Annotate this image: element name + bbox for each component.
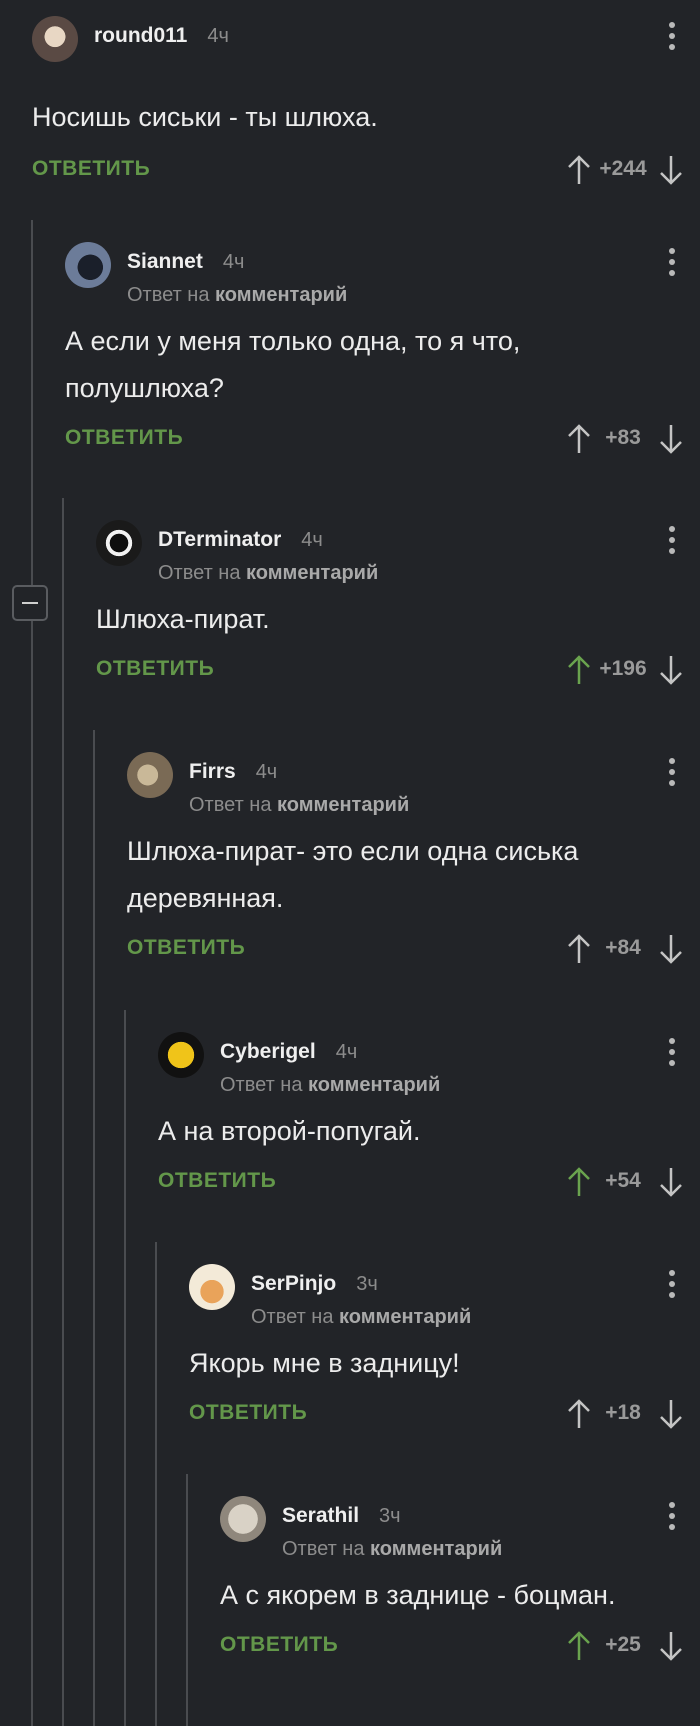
thread-line [124,1010,126,1726]
score: +25 [605,1633,641,1656]
comment: round011 4ч Носишь сиськи - ты шлюха. ОТВ… [32,16,700,189]
reply-to-info: Ответ на комментарий [158,562,379,584]
thread-line [155,1242,157,1726]
reply-to-link[interactable]: комментарий [308,1074,440,1096]
comment-text: Шлюха-пират- это если одна сиська деревя… [127,836,579,913]
arrow-up-icon[interactable] [566,1166,592,1198]
more-options-icon[interactable] [668,22,676,54]
reply-to-info: Ответ на комментарий [220,1074,441,1096]
arrow-down-icon[interactable] [658,1398,684,1430]
avatar[interactable] [32,16,78,62]
more-options-icon[interactable] [668,1038,676,1070]
timestamp: 4ч [222,251,245,273]
avatar[interactable] [220,1496,266,1542]
comment: Serathil 3ч Ответ на комментарий А с якор… [220,1496,700,1665]
arrow-up-icon[interactable] [566,154,592,186]
comment-text: Якорь мне в задницу! [189,1348,460,1378]
comment: Firrs 4ч Ответ на комментарий Шлюха-пират… [127,752,700,968]
more-options-icon[interactable] [668,526,676,558]
comment: DTerminator 4ч Ответ на комментарий Шлюха… [96,520,700,689]
arrow-up-icon[interactable] [566,423,592,455]
username[interactable]: Siannet 4ч [127,250,244,274]
more-options-icon[interactable] [668,1502,676,1534]
reply-to-info: Ответ на комментарий [189,794,410,816]
arrow-down-icon[interactable] [658,1630,684,1662]
avatar[interactable] [127,752,173,798]
score: +83 [605,426,641,449]
timestamp: 4ч [255,761,278,783]
username[interactable]: SerPinjo 3ч [251,1272,378,1296]
timestamp: 3ч [356,1273,378,1295]
vote-control: +83 [550,418,700,458]
thread-line [186,1474,188,1726]
vote-control: +196 [550,649,700,689]
collapse-thread-button[interactable] [12,585,48,621]
arrow-down-icon[interactable] [658,1166,684,1198]
thread-line [31,220,33,1726]
avatar[interactable] [158,1032,204,1078]
avatar[interactable] [189,1264,235,1310]
comment-text: А на второй-попугай. [158,1116,421,1146]
reply-button[interactable]: ОТВЕТИТЬ [158,1161,276,1201]
reply-to-info: Ответ на комментарий [282,1538,503,1560]
vote-control: +84 [550,928,700,968]
comment: Siannet 4ч Ответ на комментарий А если у … [65,242,700,458]
reply-button[interactable]: ОТВЕТИТЬ [220,1625,338,1665]
comment-text: Носишь сиськи - ты шлюха. [32,102,378,132]
reply-to-link[interactable]: комментарий [246,562,378,584]
arrow-up-icon[interactable] [566,1398,592,1430]
reply-to-link[interactable]: комментарий [370,1538,502,1560]
thread-line [62,498,64,1726]
timestamp: 3ч [379,1505,401,1527]
reply-button[interactable]: ОТВЕТИТЬ [32,149,150,189]
username[interactable]: Firrs 4ч [189,760,277,784]
score: +244 [599,157,647,180]
reply-to-link[interactable]: комментарий [277,794,409,816]
arrow-down-icon[interactable] [658,154,684,186]
reply-button[interactable]: ОТВЕТИТЬ [189,1393,307,1433]
avatar[interactable] [96,520,142,566]
arrow-up-icon[interactable] [566,933,592,965]
vote-control: +18 [550,1393,700,1433]
thread-line [93,730,95,1726]
username[interactable]: round011 4ч [94,24,229,48]
username[interactable]: DTerminator 4ч [158,528,323,552]
comment: SerPinjo 3ч Ответ на комментарий Якорь мн… [189,1264,700,1433]
score: +54 [605,1169,641,1192]
arrow-up-icon[interactable] [566,654,592,686]
timestamp: 4ч [301,529,323,551]
arrow-up-icon[interactable] [566,1630,592,1662]
comment-text: А если у меня только одна, то я что, пол… [65,326,521,403]
vote-control: +54 [550,1161,700,1201]
timestamp: 4ч [335,1041,358,1063]
arrow-down-icon[interactable] [658,423,684,455]
comment-text: А с якорем в заднице - боцман. [220,1580,616,1610]
vote-control: +244 [550,149,700,189]
username[interactable]: Cyberigel 4ч [220,1040,357,1064]
timestamp: 4ч [207,25,229,47]
more-options-icon[interactable] [668,1270,676,1302]
score: +196 [599,657,647,680]
arrow-down-icon[interactable] [658,933,684,965]
reply-button[interactable]: ОТВЕТИТЬ [65,418,183,458]
more-options-icon[interactable] [668,248,676,280]
comment-text: Шлюха-пират. [96,604,270,634]
reply-button[interactable]: ОТВЕТИТЬ [127,928,245,968]
score: +18 [605,1401,641,1424]
arrow-down-icon[interactable] [658,654,684,686]
reply-to-info: Ответ на комментарий [251,1306,472,1328]
reply-to-link[interactable]: комментарий [339,1306,471,1328]
reply-to-link[interactable]: комментарий [215,284,347,306]
username[interactable]: Serathil 3ч [282,1504,401,1528]
reply-button[interactable]: ОТВЕТИТЬ [96,649,214,689]
comment: Cyberigel 4ч Ответ на комментарий А на вт… [158,1032,700,1201]
reply-to-info: Ответ на комментарий [127,284,348,306]
avatar[interactable] [65,242,111,288]
score: +84 [605,936,641,959]
more-options-icon[interactable] [668,758,676,790]
vote-control: +25 [550,1625,700,1665]
